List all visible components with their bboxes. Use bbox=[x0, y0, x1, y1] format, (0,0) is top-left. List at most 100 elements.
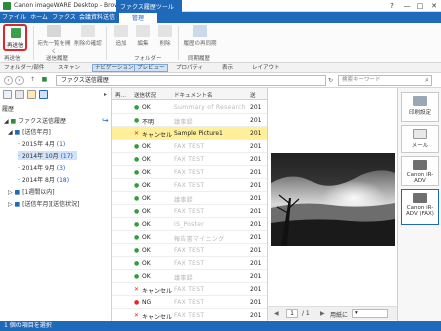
close-button[interactable]: ✕ bbox=[428, 1, 440, 11]
table-row[interactable]: ✕ キャンセル Sample Picture1 201 bbox=[112, 127, 267, 140]
row-document-name: 議事録 bbox=[174, 197, 193, 204]
table-row[interactable]: ● 不明 議事録 201 bbox=[112, 114, 267, 127]
nav-tab-scan-icon[interactable] bbox=[27, 90, 36, 99]
tree-within-week[interactable]: ▷ ■ [1週間以内] bbox=[8, 187, 55, 196]
table-row[interactable]: ● OK FAX TEST 201 bbox=[112, 166, 267, 179]
tree-month-2014-08[interactable]: · 2014年 8月 (18) bbox=[18, 175, 69, 184]
row-status: キャンセル bbox=[142, 288, 173, 295]
nav-tab-local-icon[interactable] bbox=[3, 90, 12, 99]
table-row[interactable]: ● NG FAX TEST 201 bbox=[112, 296, 267, 309]
tree-month-2015-04[interactable]: · 2015年 4月 (1) bbox=[18, 139, 65, 148]
tree-month-count: (3) bbox=[56, 165, 66, 172]
up-icon[interactable]: ↑ bbox=[28, 76, 37, 85]
forward-icon[interactable]: › bbox=[15, 76, 24, 85]
output-bar: 印刷設定 メール Canon iR-ADV Canon iR-ADV (FAX) bbox=[397, 88, 441, 321]
resend-arrow-icon: ↪ bbox=[102, 116, 109, 125]
next-page-icon[interactable]: ▶ bbox=[320, 310, 325, 317]
print-settings-label: 印刷設定 bbox=[408, 110, 431, 116]
tab-meeting[interactable]: 会議資料送信画 bbox=[78, 12, 116, 32]
pin-icon[interactable]: ▸ bbox=[104, 91, 107, 98]
row-status: キャンセル bbox=[142, 314, 173, 321]
minimize-button[interactable]: — bbox=[401, 1, 413, 11]
mail-button[interactable]: メール bbox=[401, 125, 439, 153]
table-row[interactable]: ● OK FAX TEST 201 bbox=[112, 179, 267, 192]
canon-adv-button[interactable]: Canon iR-ADV bbox=[401, 156, 439, 186]
row-status: OK bbox=[142, 234, 151, 241]
row-status: OK bbox=[142, 182, 151, 189]
landscape-image bbox=[271, 153, 395, 246]
status-ok-icon: ● bbox=[134, 195, 140, 202]
table-row[interactable]: ✕ キャンセル FAX TEST 201 bbox=[112, 283, 267, 296]
table-row[interactable]: ● OK 議事録 201 bbox=[112, 192, 267, 205]
tree-month-2014-09[interactable]: · 2014年 9月 (3) bbox=[18, 163, 65, 172]
tree-month-label: 2015年 4月 bbox=[21, 141, 55, 148]
tab-fax[interactable]: ファクス bbox=[52, 12, 76, 23]
list-header: 再… 送信状況 ドキュメント名 送 bbox=[112, 88, 267, 100]
resend-button[interactable]: 再送信 bbox=[3, 24, 27, 51]
fax-folder-icon: ■ bbox=[41, 76, 48, 83]
tree-root[interactable]: ◢ ■ ファクス送信履歴 bbox=[4, 116, 66, 125]
folder-parts-toggle[interactable]: フォルダー/部件 bbox=[4, 64, 44, 72]
scan-toggle[interactable]: スキャン bbox=[58, 64, 80, 72]
property-toggle[interactable]: プロパティ bbox=[176, 64, 203, 72]
maximize-button[interactable]: □ bbox=[414, 1, 426, 11]
page-number-input[interactable]: 1 bbox=[286, 309, 298, 318]
canon-adv-fax-button[interactable]: Canon iR-ADV (FAX) bbox=[401, 189, 439, 225]
tree-month-label: 2014年 9月 bbox=[21, 165, 55, 172]
group-folder-label: フォルダー bbox=[134, 56, 162, 62]
search-icon[interactable]: ⌕ bbox=[425, 76, 429, 85]
print-settings-button[interactable]: 印刷設定 bbox=[401, 92, 439, 122]
status-bar: 1 個の項目を選択 bbox=[0, 321, 441, 331]
preview-toggle[interactable]: プレビュー bbox=[134, 64, 168, 72]
nav-tab-server-icon[interactable] bbox=[15, 90, 24, 99]
back-icon[interactable]: ‹ bbox=[4, 76, 13, 85]
tree-month-2014-10[interactable]: · 2014年 10月 (17) bbox=[18, 151, 77, 160]
delete-confirm-icon bbox=[81, 25, 95, 37]
tab-manage[interactable]: 管理 bbox=[118, 12, 158, 23]
open-address-list-button[interactable]: 宛先一覧を開く bbox=[36, 25, 72, 55]
status-ok-icon: ● bbox=[134, 273, 140, 280]
navigation-toggle[interactable]: ナビゲーション bbox=[92, 64, 137, 72]
col-resend[interactable]: 再… bbox=[115, 91, 126, 99]
status-cancel-icon: ✕ bbox=[134, 286, 140, 293]
zoom-select[interactable]: ▾ bbox=[352, 309, 388, 318]
table-row[interactable]: ● OK 議事録 201 bbox=[112, 270, 267, 283]
edit-folder-button[interactable]: 編集 bbox=[132, 25, 154, 47]
delete-folder-button[interactable]: 削除 bbox=[154, 25, 176, 47]
tree-by-status[interactable]: ▷ ■ [送信年月][送信状況] bbox=[8, 199, 80, 208]
delete-confirm-button[interactable]: 削除の確認 bbox=[74, 25, 102, 47]
table-row[interactable]: ● OK FAX TEST 201 bbox=[112, 153, 267, 166]
row-status: OK bbox=[142, 260, 151, 267]
refresh-icon[interactable]: ↻ bbox=[328, 77, 333, 84]
tree-by-month[interactable]: ◢ ■ [送信年月] bbox=[8, 127, 51, 136]
table-row[interactable]: ● OK FAX TEST 201 bbox=[112, 244, 267, 257]
layout-menu[interactable]: レイアウト bbox=[252, 64, 280, 72]
row-document-name: Summary of Research bbox=[174, 104, 246, 111]
add-folder-button[interactable]: 追加 bbox=[110, 25, 132, 47]
display-menu[interactable]: 表示 bbox=[222, 64, 233, 72]
mail-icon bbox=[413, 129, 427, 139]
search-input[interactable]: 検索キーワード bbox=[338, 75, 432, 86]
address-input[interactable]: ファクス送信履歴 bbox=[56, 75, 326, 86]
address-bar: ‹ › ↑ ■ ファクス送信履歴 ↻ 検索キーワード ⌕ bbox=[0, 73, 441, 88]
table-row[interactable]: ● OK IS_Poster 201 bbox=[112, 218, 267, 231]
col-document-name[interactable]: ドキュメント名 bbox=[174, 91, 213, 99]
help-icon[interactable]: ? bbox=[386, 1, 398, 11]
tab-file[interactable]: ファイル bbox=[2, 12, 26, 23]
resend-label: 再送信 bbox=[7, 43, 24, 49]
prev-page-icon[interactable]: ◀ bbox=[274, 310, 279, 317]
table-row[interactable]: ● OK FAX TEST 201 bbox=[112, 257, 267, 270]
delete-icon bbox=[158, 25, 172, 37]
status-ok-icon: ● bbox=[134, 143, 140, 150]
history-resync-button[interactable]: 履歴の再同期 bbox=[182, 25, 218, 47]
tab-home[interactable]: ホーム bbox=[28, 12, 50, 23]
table-row[interactable]: ● OK Summary of Research 201 bbox=[112, 101, 267, 114]
table-row[interactable]: ● OK FAX TEST 201 bbox=[112, 140, 267, 153]
table-row[interactable]: ● OK 報告書マイニング 201 bbox=[112, 231, 267, 244]
row-date: 201 bbox=[250, 117, 262, 124]
col-status[interactable]: 送信状況 bbox=[134, 91, 156, 99]
status-ok-icon: ● bbox=[134, 156, 140, 163]
col-sent[interactable]: 送 bbox=[250, 91, 256, 99]
table-row[interactable]: ● OK FAX TEST 201 bbox=[112, 205, 267, 218]
nav-tab-fax-history-icon[interactable] bbox=[39, 90, 48, 99]
